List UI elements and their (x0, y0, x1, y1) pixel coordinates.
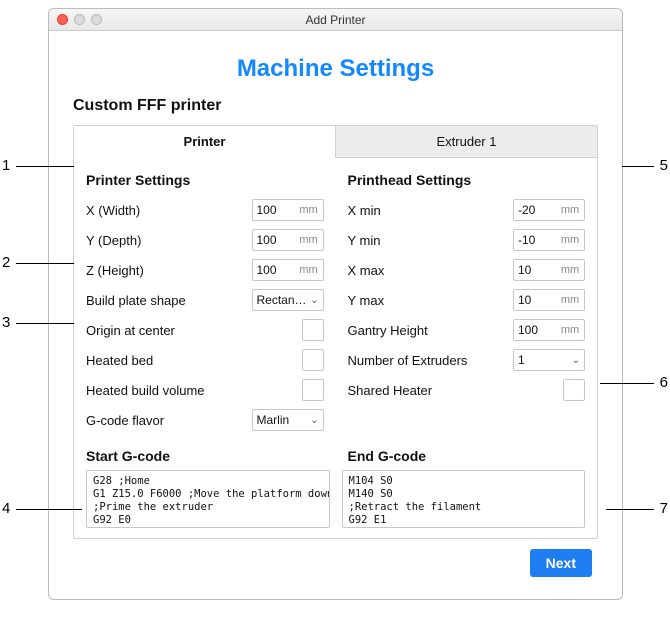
gantry-height-row: Gantry Height 100 mm (348, 316, 586, 344)
gantry-height-label: Gantry Height (348, 323, 514, 338)
tabs: Printer Extruder 1 (74, 126, 597, 158)
gcode-flavor-select[interactable]: Marlin ⌄ (252, 409, 324, 431)
chevron-down-icon: ⌄ (572, 355, 580, 366)
zoom-icon[interactable] (91, 14, 102, 25)
z-height-label: Z (Height) (86, 263, 252, 278)
y-depth-value: 100 (253, 233, 295, 247)
printer-name-heading: Custom FFF printer (73, 97, 598, 115)
x-min-unit: mm (556, 204, 584, 216)
y-max-input[interactable]: 10 mm (513, 289, 585, 311)
close-icon[interactable] (57, 14, 68, 25)
window-title: Add Printer (49, 13, 622, 27)
origin-at-center-label: Origin at center (86, 323, 302, 338)
printhead-settings-heading: Printhead Settings (348, 172, 586, 188)
add-printer-window: Add Printer Machine Settings Custom FFF … (48, 8, 623, 600)
x-width-row: X (Width) 100 mm (86, 196, 324, 224)
gantry-height-value: 100 (514, 323, 556, 337)
x-max-value: 10 (514, 263, 556, 277)
shared-heater-checkbox[interactable] (563, 379, 585, 401)
page-title: Machine Settings (73, 55, 598, 83)
heated-build-volume-checkbox[interactable] (302, 379, 324, 401)
z-height-row: Z (Height) 100 mm (86, 256, 324, 284)
heated-build-volume-row: Heated build volume (86, 376, 324, 404)
gcode-flavor-value: Marlin (257, 413, 290, 427)
minimize-icon[interactable] (74, 14, 85, 25)
window-controls (57, 14, 102, 25)
end-gcode-heading: End G-code (348, 448, 586, 464)
heated-bed-label: Heated bed (86, 353, 302, 368)
chevron-down-icon: ⌄ (310, 415, 318, 426)
gcode-flavor-label: G-code flavor (86, 413, 252, 428)
tab-printer[interactable]: Printer (74, 126, 336, 158)
y-max-value: 10 (514, 293, 556, 307)
heated-build-volume-label: Heated build volume (86, 383, 302, 398)
x-max-label: X max (348, 263, 514, 278)
x-max-unit: mm (556, 264, 584, 276)
y-depth-label: Y (Depth) (86, 233, 252, 248)
x-width-value: 100 (253, 203, 295, 217)
gantry-height-input[interactable]: 100 mm (513, 319, 585, 341)
number-of-extruders-row: Number of Extruders 1 ⌄ (348, 346, 586, 374)
heated-bed-row: Heated bed (86, 346, 324, 374)
gantry-height-unit: mm (556, 324, 584, 336)
y-max-unit: mm (556, 294, 584, 306)
y-depth-unit: mm (295, 234, 323, 246)
build-plate-shape-select[interactable]: Rectan… ⌄ (252, 289, 324, 311)
end-gcode-textarea[interactable]: M104 S0 M140 S0 ;Retract the filament G9… (342, 470, 586, 528)
z-height-unit: mm (295, 264, 323, 276)
start-gcode-heading: Start G-code (86, 448, 324, 464)
y-max-label: Y max (348, 293, 514, 308)
build-plate-shape-value: Rectan… (257, 293, 307, 307)
y-min-row: Y min -10 mm (348, 226, 586, 254)
y-min-value: -10 (514, 233, 556, 247)
x-min-value: -20 (514, 203, 556, 217)
y-min-input[interactable]: -10 mm (513, 229, 585, 251)
number-of-extruders-value: 1 (518, 353, 525, 367)
printer-settings-heading: Printer Settings (86, 172, 324, 188)
shared-heater-row: Shared Heater (348, 376, 586, 404)
build-plate-shape-label: Build plate shape (86, 293, 252, 308)
number-of-extruders-select[interactable]: 1 ⌄ (513, 349, 585, 371)
y-depth-input[interactable]: 100 mm (252, 229, 324, 251)
settings-panel: Printer Extruder 1 Printer Settings X (W… (73, 125, 598, 539)
y-depth-row: Y (Depth) 100 mm (86, 226, 324, 254)
x-width-label: X (Width) (86, 203, 252, 218)
next-button[interactable]: Next (530, 549, 592, 577)
y-min-label: Y min (348, 233, 514, 248)
x-width-unit: mm (295, 204, 323, 216)
titlebar: Add Printer (49, 9, 622, 31)
y-max-row: Y max 10 mm (348, 286, 586, 314)
printhead-settings-col: Printhead Settings X min -20 mm Y min -1… (336, 158, 598, 440)
tab-extruder-1[interactable]: Extruder 1 (336, 126, 597, 158)
shared-heater-label: Shared Heater (348, 383, 564, 398)
number-of-extruders-label: Number of Extruders (348, 353, 514, 368)
x-min-input[interactable]: -20 mm (513, 199, 585, 221)
gcode-flavor-row: G-code flavor Marlin ⌄ (86, 406, 324, 434)
build-plate-shape-row: Build plate shape Rectan… ⌄ (86, 286, 324, 314)
x-max-input[interactable]: 10 mm (513, 259, 585, 281)
chevron-down-icon: ⌄ (310, 295, 318, 306)
x-width-input[interactable]: 100 mm (252, 199, 324, 221)
z-height-input[interactable]: 100 mm (252, 259, 324, 281)
printer-settings-col: Printer Settings X (Width) 100 mm Y (Dep… (74, 158, 336, 440)
heated-bed-checkbox[interactable] (302, 349, 324, 371)
x-max-row: X max 10 mm (348, 256, 586, 284)
origin-at-center-checkbox[interactable] (302, 319, 324, 341)
x-min-row: X min -20 mm (348, 196, 586, 224)
content: Machine Settings Custom FFF printer Prin… (49, 31, 622, 599)
x-min-label: X min (348, 203, 514, 218)
z-height-value: 100 (253, 263, 295, 277)
origin-at-center-row: Origin at center (86, 316, 324, 344)
y-min-unit: mm (556, 234, 584, 246)
start-gcode-textarea[interactable]: G28 ;Home G1 Z15.0 F6000 ;Move the platf… (86, 470, 330, 528)
